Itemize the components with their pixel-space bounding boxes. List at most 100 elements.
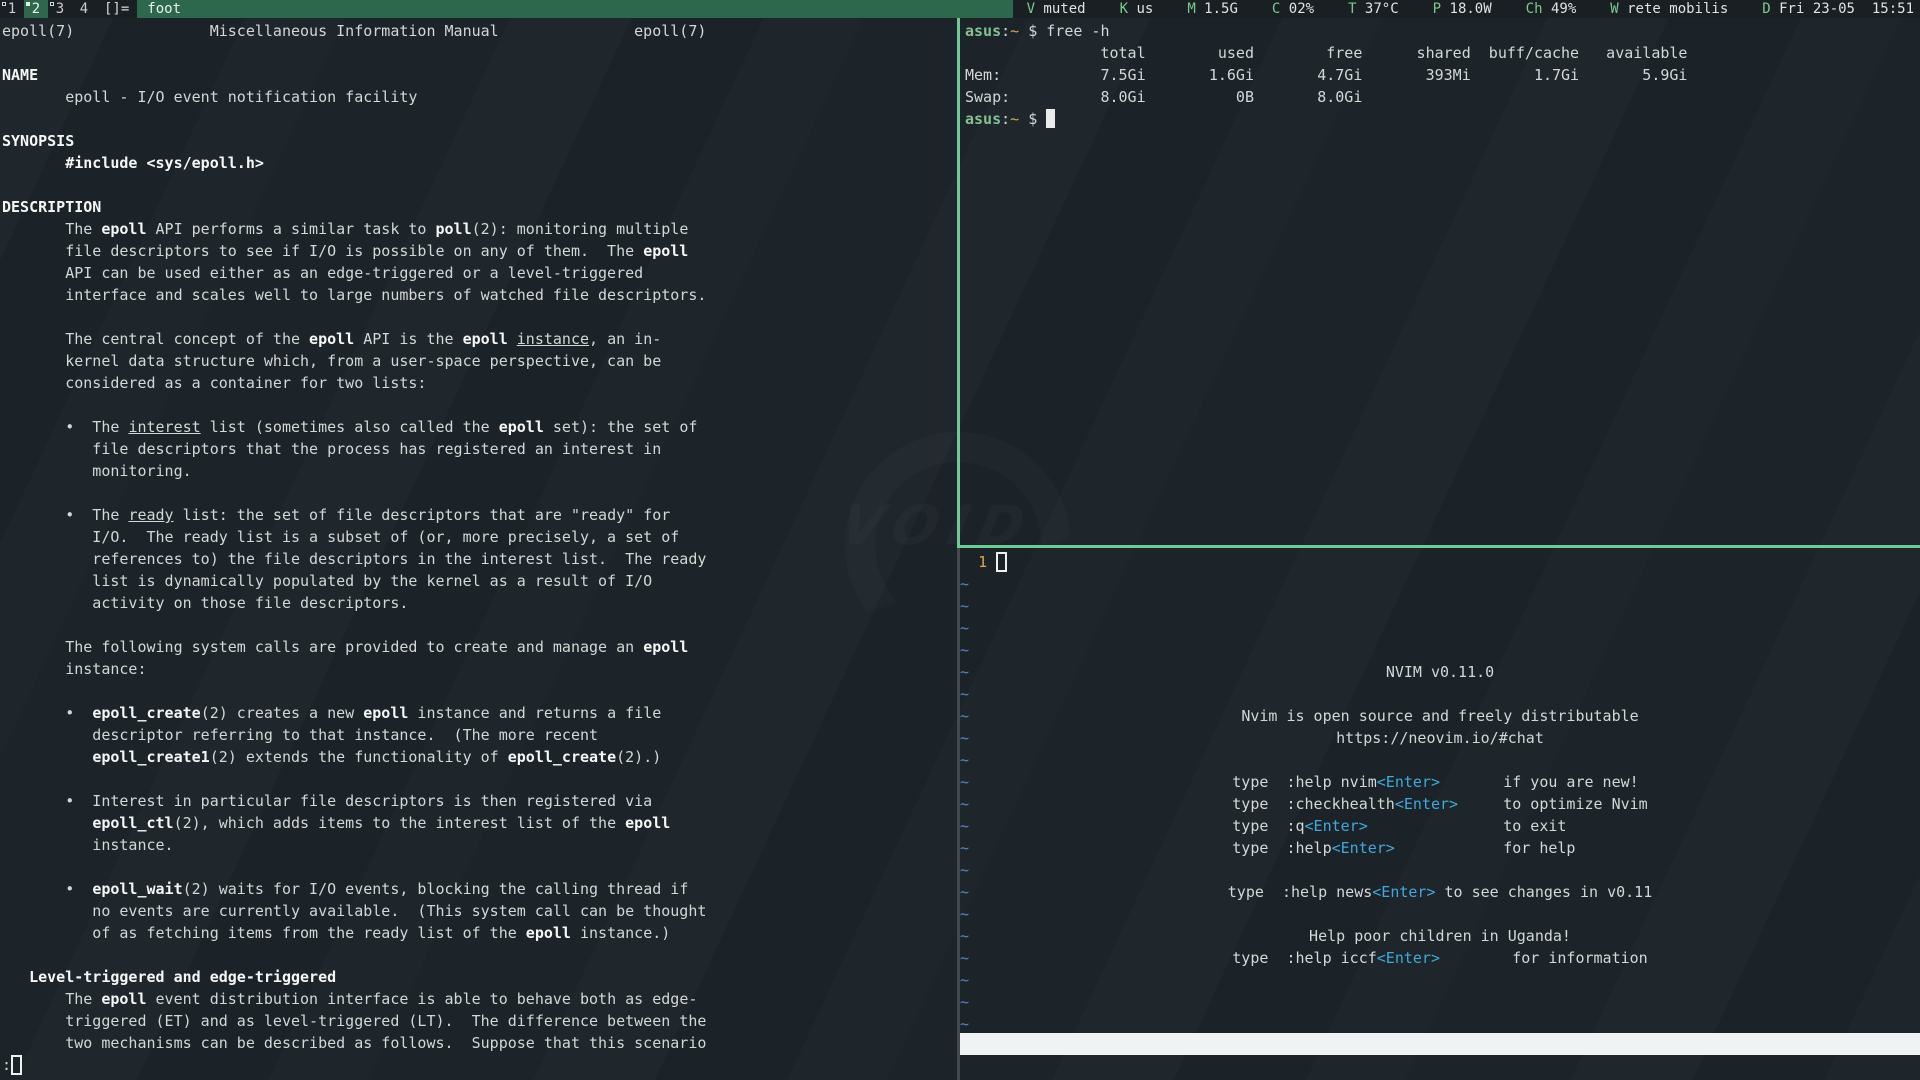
bar-status: V mutedK usM 1.5GC 02%T 37°CP 18.0WCh 49… (1013, 0, 1920, 18)
text-segment: <Enter> (1377, 771, 1440, 793)
text-segment: type :help iccf (1232, 947, 1377, 969)
layout-indicator[interactable]: []= (96, 0, 137, 18)
text-segment: 37°C (1357, 1, 1399, 17)
text-segment: for information (1440, 947, 1648, 969)
nvim-statusline: [No Name] 0,0-1 All (960, 1033, 1920, 1055)
workspace-tag-3[interactable]: 3 (48, 0, 72, 18)
text-segment: , an in- (589, 330, 661, 348)
status-bar: 1234 []= foot V mutedK usM 1.5GC 02%T 37… (0, 0, 1920, 18)
man-page-line: epoll - I/O event notification facility (2, 86, 417, 108)
focused-window-bottom-border (957, 545, 1920, 548)
text-segment: ready (128, 506, 173, 524)
text-segment: instance: (2, 660, 147, 678)
text-segment: type :help news (1228, 881, 1373, 903)
text-segment: M (1187, 1, 1195, 17)
text-segment: instance (517, 330, 589, 348)
text-segment: epoll(7) Miscellaneous Information Manua… (2, 22, 706, 40)
text-segment: epoll (526, 924, 571, 942)
text-segment: list: the set of file descriptors that a… (174, 506, 671, 524)
workspace-tag-2[interactable]: 2 (24, 0, 48, 18)
nvim-terminal[interactable]: [No Name] 0,0-1 All 1 ~~~~~~~~~~~~~~~~~~… (960, 548, 1920, 1080)
man-page-line: • Interest in particular file descriptor… (2, 790, 652, 812)
man-page-line: The epoll API performs a similar task to… (2, 218, 688, 240)
nvim-empty-line: ~ (960, 903, 969, 925)
text-segment: API can be used either as an edge-trigge… (2, 264, 643, 282)
tag-client-indicator-icon (26, 2, 30, 6)
text-segment: muted (1035, 1, 1086, 17)
text-segment: D (1762, 1, 1770, 17)
text-segment: 02% (1280, 1, 1314, 17)
nvim-empty-line: ~ (960, 991, 969, 1013)
status-item-d: D Fri 23-05 15:51 (1762, 0, 1914, 18)
text-segment: $ (1019, 110, 1046, 128)
text-segment: K (1120, 1, 1128, 17)
text-segment: 2 (32, 1, 40, 17)
nvim-empty-line: ~ (960, 595, 969, 617)
text-segment: interface and scales well to large numbe… (2, 286, 706, 304)
man-page-line: list is dynamically populated by the ker… (2, 570, 652, 592)
text-segment: : (1001, 22, 1010, 40)
man-page-line: API can be used either as an edge-trigge… (2, 262, 643, 284)
text-segment (2, 968, 29, 986)
text-segment: monitoring. (2, 462, 192, 480)
workspace-tag-4[interactable]: 4 (72, 0, 96, 18)
nvim-intro-line: Help poor children in Uganda! (960, 925, 1920, 947)
text-segment: #include <sys/epoll.h> (65, 154, 264, 172)
man-page-line: • The ready list: the set of file descri… (2, 504, 670, 526)
text-segment: free -h (1046, 22, 1109, 40)
text-segment: API performs a similar task to (147, 220, 436, 238)
man-page-line: NAME (2, 64, 38, 86)
text-segment: 4 (80, 1, 88, 17)
text-segment: epoll (363, 704, 408, 722)
text-segment: type :help nvim (1232, 771, 1377, 793)
nvim-empty-line: ~ (960, 683, 969, 705)
text-segment: epoll_ctl (92, 814, 173, 832)
text-segment: epoll_create (92, 704, 200, 722)
text-segment: ~ (960, 993, 969, 1011)
text-segment: : (2, 1056, 11, 1074)
text-segment: Fri 23-05 15:51 (1771, 1, 1914, 17)
shell-command-line: asus:~ $ free -h (965, 20, 1110, 42)
nvim-line-1: 1 (960, 551, 1007, 573)
man-page-line: Level-triggered and edge-triggered (2, 966, 336, 988)
text-segment: instance.) (571, 924, 670, 942)
text-segment: interest (128, 418, 200, 436)
text-segment: ~ (960, 905, 969, 923)
text-segment: type :checkhealth (1232, 793, 1395, 815)
text-segment: asus (965, 22, 1001, 40)
shell-terminal[interactable]: asus:~ $ free -h total used free shared … (960, 18, 1920, 545)
workspace-tag-1[interactable]: 1 (0, 0, 24, 18)
text-segment: <Enter> (1305, 815, 1368, 837)
text-segment: Mem: 7.5Gi 1.6Gi 4.7Gi 393Mi 1.7Gi 5.9Gi (965, 66, 1687, 84)
text-segment: • (2, 704, 92, 722)
text-segment: (2).) (616, 748, 661, 766)
text-segment: NVIM v0.11.0 (1386, 661, 1494, 683)
text-segment: triggered (ET) and as level-triggered (L… (2, 1012, 706, 1030)
text-segment: epoll (309, 330, 354, 348)
text-segment: us (1128, 1, 1153, 17)
unfocused-window-left-border (957, 548, 960, 1080)
man-page-line: • epoll_wait(2) waits for I/O events, bl… (2, 878, 688, 900)
man-page-terminal[interactable]: epoll(7) Miscellaneous Information Manua… (0, 18, 957, 1080)
text-segment: to see changes in v0.11 (1435, 881, 1652, 903)
pager-prompt: : (2, 1054, 22, 1076)
nvim-empty-line: ~ (960, 859, 969, 881)
man-page-line: monitoring. (2, 460, 192, 482)
text-segment: NAME (2, 66, 38, 84)
text-segment: Help poor children in Uganda! (1309, 925, 1571, 947)
status-item-t: T 37°C (1348, 0, 1399, 18)
nvim-intro-line: https://neovim.io/#chat (960, 727, 1920, 749)
man-page-line: instance: (2, 658, 147, 680)
text-segment (2, 748, 92, 766)
status-item-v: V muted (1027, 0, 1086, 18)
text-segment: instance. (2, 836, 174, 854)
text-segment: list is dynamically populated by the ker… (2, 572, 652, 590)
man-page-line: considered as a container for two lists: (2, 372, 426, 394)
text-segment (960, 553, 978, 571)
man-page-line: SYNOPSIS (2, 130, 74, 152)
man-page-line: • epoll_create(2) creates a new epoll in… (2, 702, 661, 724)
text-segment: ~ (1010, 110, 1019, 128)
window-title: foot (137, 0, 1012, 18)
text-segment: file descriptors that the process has re… (2, 440, 661, 458)
text-segment: Level-triggered and edge-triggered (29, 968, 336, 986)
